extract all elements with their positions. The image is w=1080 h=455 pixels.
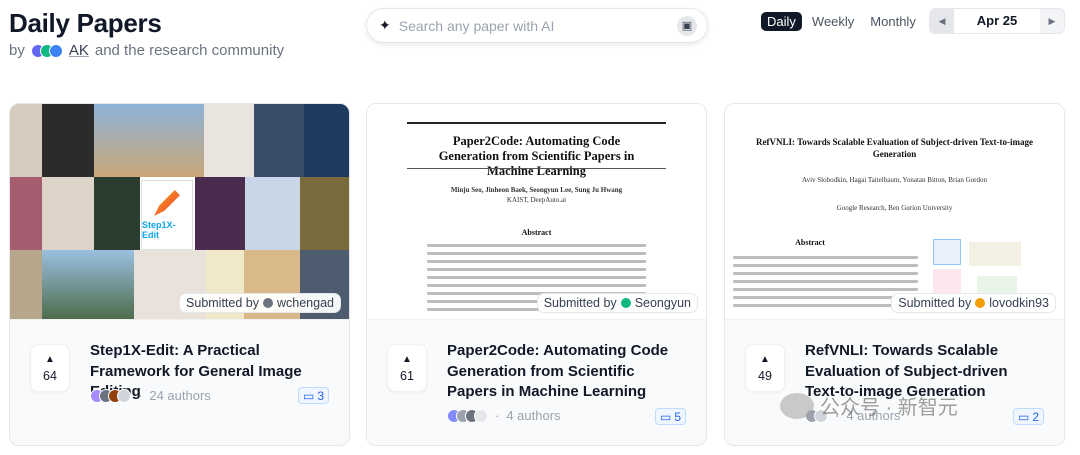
upvote-button[interactable]: ▲ 61 <box>387 344 427 392</box>
upvote-arrow-icon: ▲ <box>760 353 770 365</box>
avatar <box>474 408 488 423</box>
avatar-group <box>30 43 63 58</box>
byline-by: by <box>9 42 25 59</box>
avatar <box>117 388 131 403</box>
step1x-logo: Step1X-Edit <box>141 180 193 250</box>
submitter-avatar <box>263 298 273 308</box>
period-monthly[interactable]: Monthly <box>864 12 922 31</box>
author-avatars <box>447 408 488 423</box>
author-count: 24 authors <box>149 388 211 403</box>
submitter-avatar <box>620 298 631 308</box>
image-mosaic: Step1X-Edit <box>10 104 349 319</box>
date-navigator: ◀ Apr 25 ▶ <box>929 8 1065 34</box>
paper-first-page: RefVNLI: Towards Scalable Evaluation of … <box>725 104 1064 319</box>
submitted-badge[interactable]: Submitted by wchengad <box>179 293 341 313</box>
authors-row[interactable]: · 4 authors <box>447 408 561 423</box>
paper-title[interactable]: Paper2Code: Automating Code Generation f… <box>447 341 687 403</box>
period-weekly[interactable]: Weekly <box>806 12 860 31</box>
period-switch: Daily Weekly Monthly <box>761 12 922 31</box>
pen-icon <box>154 190 180 216</box>
authors-row[interactable]: · 24 authors <box>90 388 211 403</box>
comment-count: 2 <box>1032 409 1039 424</box>
current-date: Apr 25 <box>954 9 1040 33</box>
upvote-arrow-icon: ▲ <box>402 353 412 365</box>
cube-icon[interactable]: ▣ <box>677 15 697 36</box>
upvote-count: 61 <box>400 368 414 383</box>
prev-day-icon[interactable]: ◀ <box>930 9 954 33</box>
submitter-name: wchengad <box>277 296 334 310</box>
comments-button[interactable]: ▭ 5 <box>654 408 686 425</box>
sparkle-icon: ✦ <box>379 17 391 33</box>
submitter-avatar <box>975 298 986 308</box>
comments-button[interactable]: ▭ 3 <box>297 387 329 404</box>
paper-card[interactable]: Step1X-Edit Submitted by wchengad ▲ 64 S… <box>9 103 350 446</box>
paper-thumbnail[interactable]: RefVNLI: Towards Scalable Evaluation of … <box>725 104 1064 320</box>
wechat-icon <box>780 392 814 419</box>
upvote-button[interactable]: ▲ 49 <box>745 344 785 392</box>
upvote-count: 64 <box>43 368 57 383</box>
submitted-badge[interactable]: Submitted by Seongyun <box>536 293 698 313</box>
author-avatars <box>90 388 131 403</box>
ak-link[interactable]: AK <box>69 42 89 59</box>
search-bar[interactable]: ✦ ▣ <box>366 8 708 43</box>
submitted-badge[interactable]: Submitted by lovodkin93 <box>891 293 1056 313</box>
comments-button[interactable]: ▭ 2 <box>1012 408 1044 425</box>
paper-card[interactable]: Paper2Code: Automating Code Generation f… <box>366 103 707 446</box>
comment-count: 3 <box>317 388 324 403</box>
paper-thumbnail[interactable]: Step1X-Edit <box>10 104 349 320</box>
page-title: Daily Papers <box>9 8 162 38</box>
period-daily[interactable]: Daily <box>761 12 802 31</box>
next-day-icon[interactable]: ▶ <box>1040 9 1064 33</box>
submitter-name: lovodkin93 <box>989 296 1049 310</box>
watermark-text: 公众号 · 新智元 <box>820 397 958 419</box>
header: Daily Papers by AK and the research comm… <box>0 0 1080 90</box>
author-count: 4 authors <box>506 408 561 423</box>
upvote-arrow-icon: ▲ <box>45 353 55 365</box>
byline: by AK and the research community <box>9 42 284 59</box>
search-input[interactable] <box>398 17 677 34</box>
comment-count: 5 <box>674 409 681 424</box>
submitter-name: Seongyun <box>634 296 691 310</box>
comment-icon: ▭ <box>302 388 315 403</box>
upvote-button[interactable]: ▲ 64 <box>30 344 70 392</box>
wechat-watermark: 公众号 · 新智元 <box>780 391 958 420</box>
comment-icon: ▭ <box>1017 409 1030 424</box>
byline-community: and the research community <box>94 42 285 59</box>
comment-icon: ▭ <box>659 409 672 424</box>
paper-first-page: Paper2Code: Automating Code Generation f… <box>367 104 706 319</box>
paper-thumbnail[interactable]: Paper2Code: Automating Code Generation f… <box>367 104 706 320</box>
upvote-count: 49 <box>758 368 772 383</box>
avatar <box>48 43 63 58</box>
